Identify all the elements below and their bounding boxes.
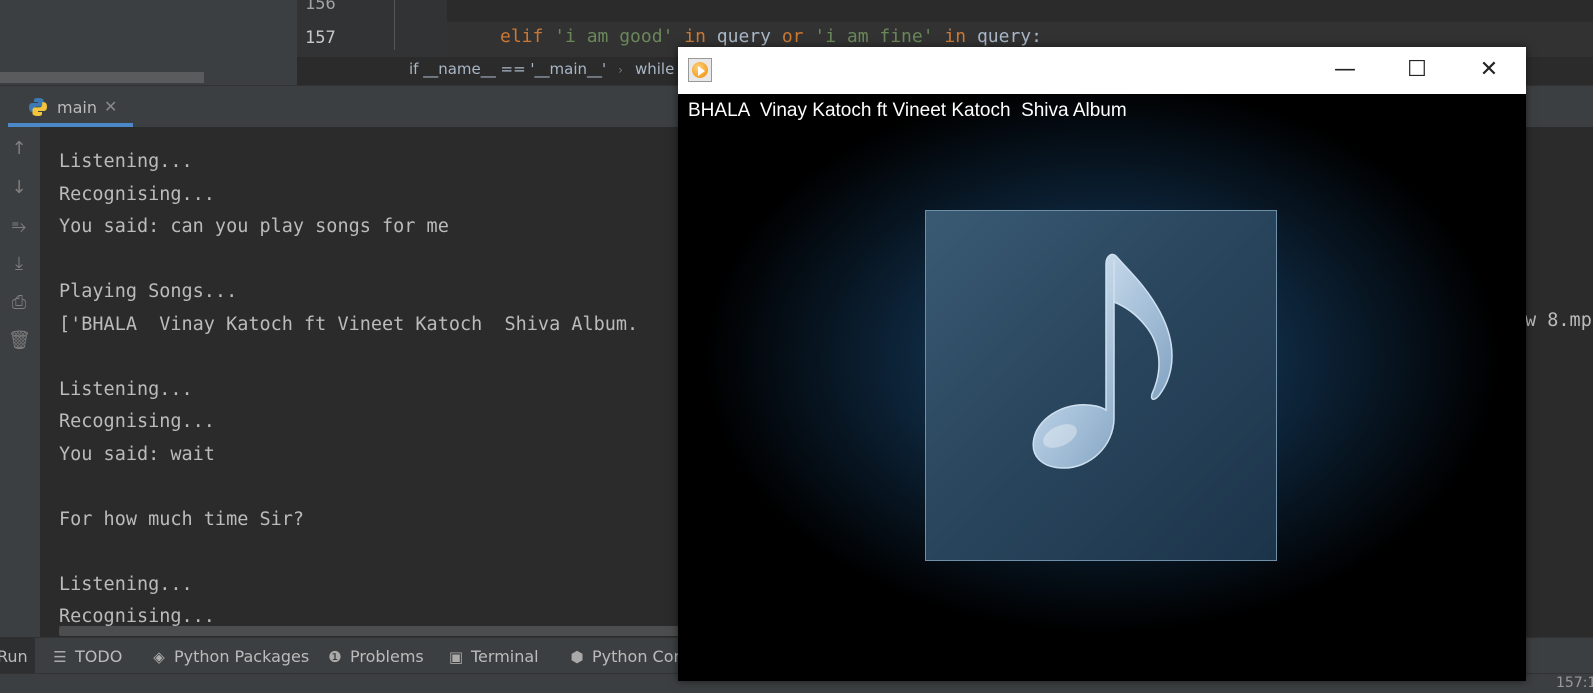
code-identifier: query: — [976, 26, 1042, 47]
chevron-right-icon: › — [618, 63, 623, 77]
console-line: Recognising... — [59, 183, 215, 205]
code-keyword: or — [781, 26, 804, 47]
code-line[interactable]: elif 'i am good' in query or 'i am fine'… — [500, 26, 1042, 47]
scroll-to-end-icon[interactable]: ⤓ — [8, 253, 30, 275]
console-line-fragment: w 8.mp — [1525, 310, 1592, 331]
tool-window-problems[interactable]: ❶ Problems — [327, 647, 424, 666]
run-tab-label: main — [57, 98, 97, 117]
terminal-icon: ▣ — [448, 648, 464, 666]
console-line: Playing Songs... — [59, 281, 238, 302]
code-identifier: query — [716, 26, 771, 47]
problems-icon: ❶ — [328, 648, 342, 666]
music-note-icon — [1032, 253, 1173, 469]
console-line: You said: can you play songs for me — [59, 216, 449, 237]
media-player-logo-icon — [688, 58, 712, 82]
code-keyword: in — [684, 26, 706, 47]
tool-window-label: Terminal — [471, 647, 539, 666]
list-icon: ☰ — [53, 648, 67, 666]
console-line: You said: wait — [59, 443, 215, 465]
python-icon — [29, 98, 47, 116]
close-icon: ✕ — [1479, 57, 1499, 82]
tool-window-label: Python Cons — [592, 647, 692, 666]
console-text: Listening... Recognising... You said: can … — [59, 146, 638, 634]
horizontal-scrollbar-thumb[interactable] — [0, 72, 204, 83]
console-line: Listening... — [59, 378, 193, 400]
console-line: ['BHALA Vinay Katoch ft Vineet Katoch Sh… — [59, 313, 639, 335]
console-line: Recognising... — [59, 411, 215, 432]
print-icon[interactable]: ⎙ — [8, 292, 30, 314]
console-line: Listening... — [59, 573, 193, 595]
caret-position[interactable]: 157:1 — [1556, 675, 1593, 691]
console-line: Listening... — [59, 151, 193, 172]
tool-window-todo[interactable]: ☰ TODO — [52, 647, 122, 666]
minimize-icon: — — [1334, 57, 1356, 82]
layers-icon: ◈ — [153, 648, 165, 666]
tool-window-terminal[interactable]: ▣ Terminal — [448, 647, 539, 666]
console-horizontal-scrollbar[interactable] — [59, 626, 679, 636]
tool-window-label: Python Packages — [174, 647, 310, 666]
close-button[interactable]: ✕ — [1453, 47, 1525, 94]
maximize-icon: ☐ — [1407, 57, 1427, 82]
minimize-button[interactable]: — — [1309, 47, 1381, 94]
breadcrumb: if __name__ == '__main__' › while — [409, 60, 674, 78]
tool-window-run[interactable]: Run — [0, 647, 28, 666]
console-line: For how much time Sir? — [59, 508, 305, 530]
tool-window-label: Run — [0, 647, 28, 666]
close-icon[interactable]: ✕ — [104, 97, 117, 116]
breadcrumb-item[interactable]: if __name__ == '__main__' — [409, 60, 606, 78]
tool-window-label: TODO — [75, 647, 123, 666]
python-icon: ⬢ — [570, 648, 584, 666]
gutter-divider — [394, 0, 395, 50]
tool-window-python-packages[interactable]: ◈ Python Packages — [151, 647, 309, 666]
maximize-button[interactable]: ☐ — [1381, 47, 1453, 94]
line-number: 157 — [305, 28, 336, 48]
tool-window-label: Problems — [350, 647, 424, 666]
tool-window-python-console[interactable]: ⬢ Python Cons — [569, 647, 692, 666]
arrow-up-icon[interactable]: ↑ — [8, 138, 30, 160]
breadcrumb-item[interactable]: while — [635, 60, 674, 78]
console-toolbar — [0, 127, 40, 637]
code-keyword: in — [944, 26, 967, 47]
now-playing-title: BHALA Vinay Katoch ft Vineet Katoch Shiv… — [688, 100, 1127, 121]
soft-wrap-icon[interactable]: ⥱ — [8, 216, 30, 238]
arrow-down-icon[interactable]: ↓ — [8, 177, 30, 199]
line-number: 156 — [305, 0, 336, 14]
code-keyword: elif — [500, 26, 544, 47]
code-string: 'i am fine' — [814, 26, 934, 47]
code-string: 'i am good' — [554, 26, 674, 47]
trash-icon[interactable]: 🗑 — [8, 330, 31, 352]
